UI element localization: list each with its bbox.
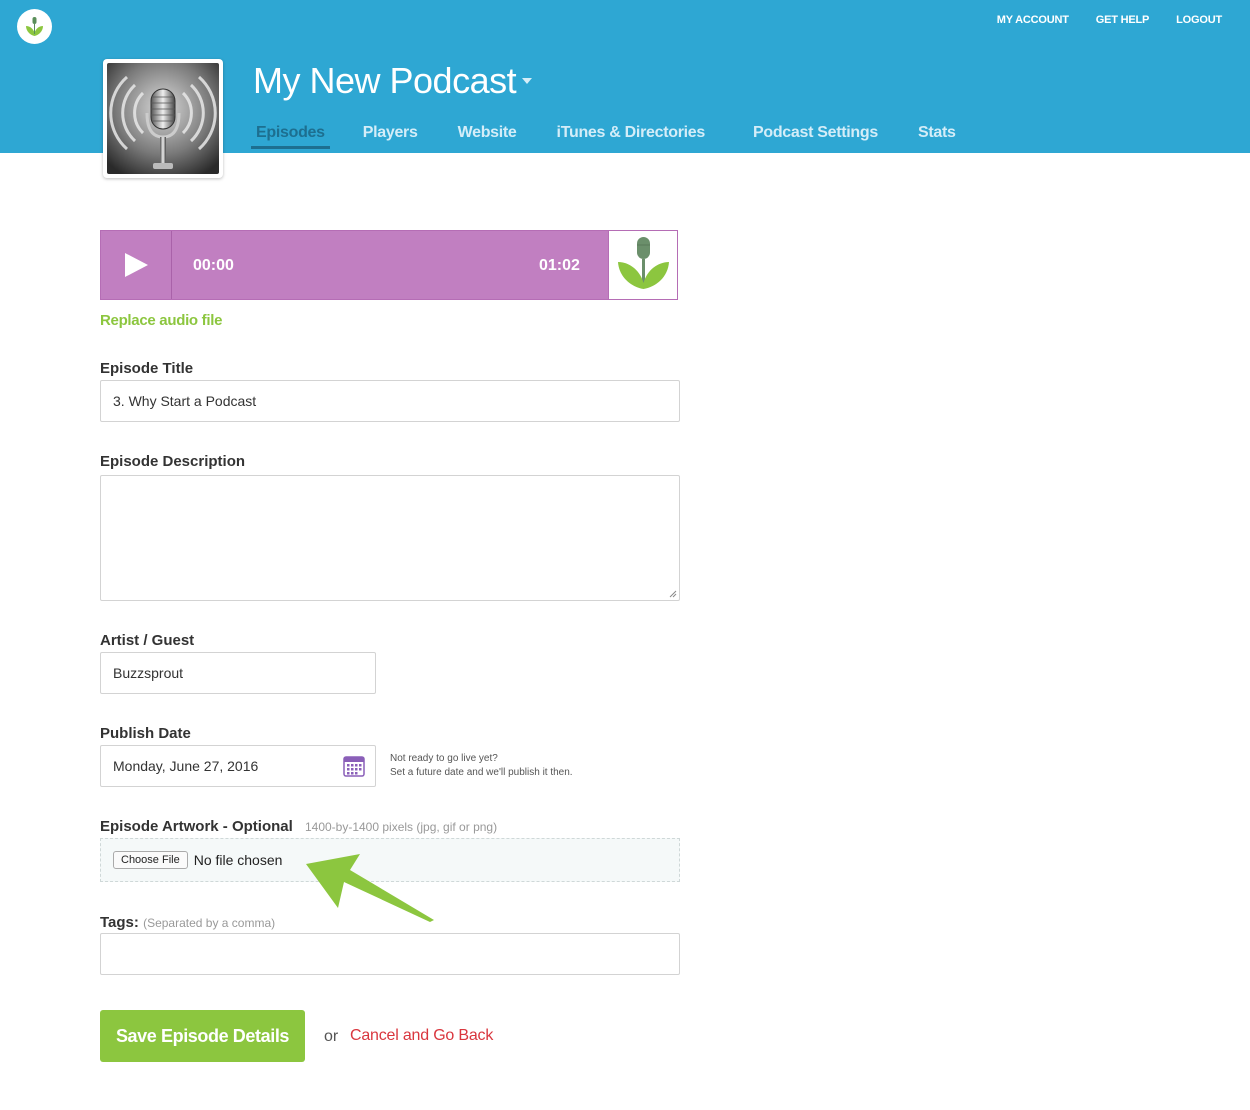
tab-website[interactable]: Website: [458, 124, 517, 149]
publish-date-label: Publish Date: [100, 725, 191, 742]
episode-description-textarea[interactable]: [100, 475, 680, 601]
tab-episodes[interactable]: Episodes: [251, 124, 330, 149]
save-episode-details-button[interactable]: Save Episode Details: [100, 1010, 305, 1062]
tab-itunes-directories[interactable]: iTunes & Directories: [557, 124, 706, 149]
audio-player: 00:00 01:02: [100, 230, 678, 300]
artist-guest-input[interactable]: Buzzsprout: [100, 652, 376, 694]
publish-date-value: Monday, June 27, 2016: [113, 758, 259, 774]
podcast-cover-art[interactable]: [103, 59, 223, 178]
tab-stats[interactable]: Stats: [918, 124, 956, 149]
play-icon: [125, 253, 148, 277]
my-account-link[interactable]: MY ACCOUNT: [997, 14, 1069, 26]
tab-players[interactable]: Players: [363, 124, 418, 149]
logout-link[interactable]: LOGOUT: [1176, 14, 1222, 26]
resize-handle-icon: [669, 590, 677, 598]
buzzsprout-player-logo-icon: [608, 231, 677, 299]
top-nav: MY ACCOUNT GET HELP LOGOUT: [997, 14, 1222, 26]
publish-date-hint: Not ready to go live yet? Set a future d…: [390, 753, 573, 778]
play-button[interactable]: [101, 231, 172, 299]
replace-audio-file-link[interactable]: Replace audio file: [100, 312, 222, 329]
episode-artwork-hint: 1400-by-1400 pixels (jpg, gif or png): [304, 820, 498, 834]
podcast-title-dropdown[interactable]: My New Podcast: [253, 60, 533, 102]
episode-description-label: Episode Description: [100, 453, 246, 470]
podcast-title: My New Podcast: [253, 60, 517, 101]
cancel-and-go-back-link[interactable]: Cancel and Go Back: [350, 1027, 493, 1045]
tags-input[interactable]: [100, 933, 680, 975]
episode-title-label: Episode Title: [100, 360, 194, 377]
microphone-artwork-icon: [107, 63, 219, 174]
no-file-chosen-text: No file chosen: [193, 852, 283, 868]
tags-hint: (Separated by a comma): [143, 916, 276, 930]
episode-artwork-label: Episode Artwork - Optional 1400-by-1400 …: [100, 818, 498, 835]
publish-date-input[interactable]: Monday, June 27, 2016: [100, 745, 376, 787]
episode-title-input[interactable]: 3. Why Start a Podcast: [100, 380, 680, 422]
podcast-tabs: Episodes Players Website iTunes & Direct…: [251, 124, 996, 149]
episode-title-value: 3. Why Start a Podcast: [113, 393, 257, 409]
caret-down-icon: [522, 78, 533, 84]
artist-guest-label: Artist / Guest: [100, 632, 195, 649]
green-arrow-annotation-icon: [306, 854, 434, 922]
get-help-link[interactable]: GET HELP: [1096, 14, 1150, 26]
tab-podcast-settings[interactable]: Podcast Settings: [753, 124, 878, 149]
artist-guest-value: Buzzsprout: [113, 665, 184, 681]
or-separator: or: [324, 1028, 339, 1045]
choose-file-button[interactable]: Choose File: [113, 851, 188, 869]
player-duration: 01:02: [539, 257, 580, 274]
buzzsprout-logo-icon[interactable]: [17, 9, 52, 44]
calendar-icon[interactable]: [343, 755, 365, 777]
tags-label: Tags: (Separated by a comma): [100, 914, 276, 931]
player-current-time: 00:00: [193, 257, 234, 274]
